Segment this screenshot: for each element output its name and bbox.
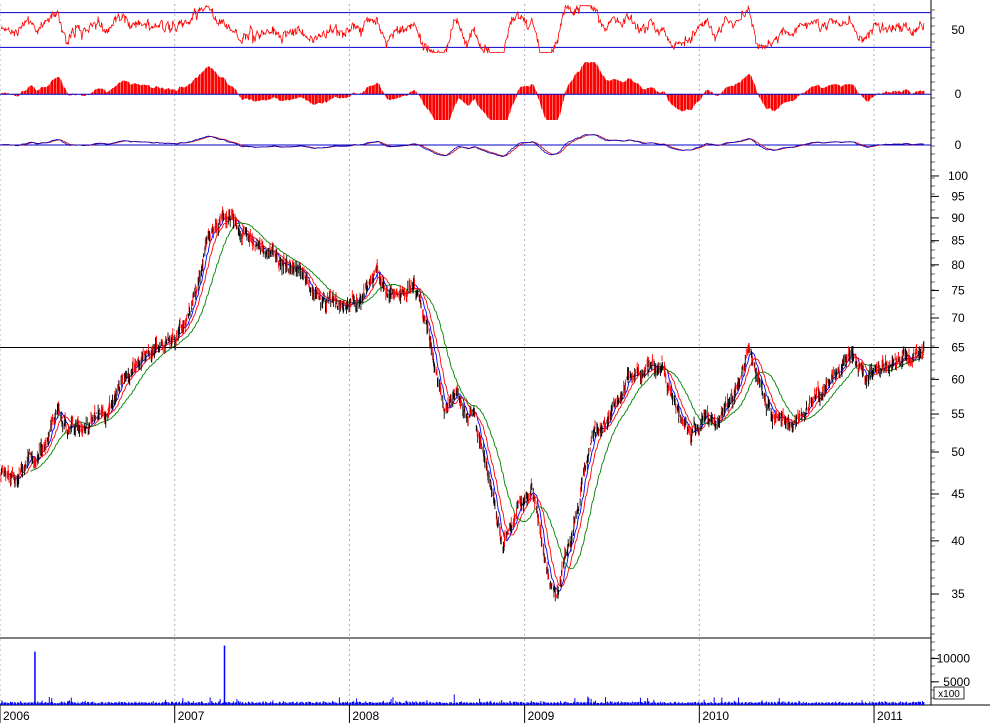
chart-canvas: 5000100959085807570656055504540351000050…	[0, 0, 990, 723]
price-tick-label-65: 65	[951, 341, 965, 355]
momentum-line	[0, 134, 924, 157]
oscillator-tick-label-50: 50	[951, 23, 965, 37]
price-tick-label-80: 80	[951, 258, 965, 272]
year-label-2008: 2008	[352, 709, 379, 723]
stock-chart: 50 0 0 100 95 90 85 80 75 70 65 60 55 50 45 40 35 10000 50…	[0, 0, 990, 723]
price-tick-label-55: 55	[951, 407, 965, 421]
price-tick-label-60: 60	[951, 372, 965, 386]
volume-bars	[0, 645, 925, 705]
moving-average-45	[30, 222, 925, 570]
price-tick-label-95: 95	[951, 189, 965, 203]
price-tick-label-50: 50	[951, 445, 965, 459]
year-label-2011: 2011	[877, 709, 903, 723]
volume-unit-label: x100	[938, 689, 960, 700]
price-tick-label-40: 40	[951, 534, 965, 548]
price-tick-label-45: 45	[951, 487, 965, 501]
histogram-tick-label-0: 0	[955, 87, 962, 101]
moving-average-10	[7, 216, 925, 593]
moving-average-20	[13, 217, 925, 588]
year-label-2009: 2009	[528, 709, 555, 723]
volume-tick-label-10000: 10000	[937, 652, 971, 666]
price-tick-label-100: 100	[948, 169, 968, 183]
price-tick-label-90: 90	[951, 211, 965, 225]
momentum-tick-label-0: 0	[955, 138, 962, 152]
price-tick-label-35: 35	[951, 587, 965, 601]
year-label-2006: 2006	[3, 709, 30, 723]
year-label-2010: 2010	[702, 709, 729, 723]
price-tick-label-85: 85	[951, 234, 965, 248]
year-label-2007: 2007	[178, 709, 205, 723]
price-tick-label-70: 70	[951, 311, 965, 325]
price-tick-label-75: 75	[951, 284, 965, 298]
histogram-bars	[0, 62, 925, 120]
